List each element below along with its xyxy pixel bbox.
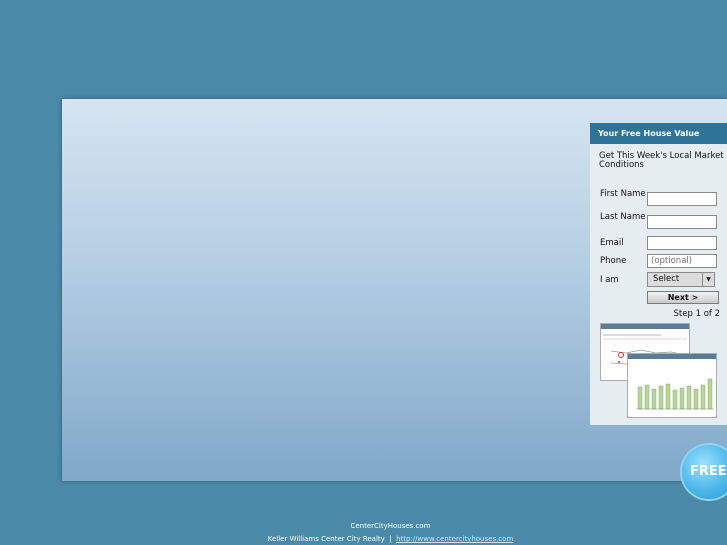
house-value-form: Your Free House Value Get This Week's Lo… [590, 123, 727, 425]
email-label: Email [600, 238, 624, 248]
last-name-input[interactable] [647, 215, 717, 229]
footer-company: Keller Williams Center City Realty [267, 535, 385, 543]
next-button[interactable]: Next > [647, 291, 719, 304]
footer-site-name: CenterCityHouses.com [350, 522, 431, 530]
iam-select[interactable]: Select ▼ [647, 272, 715, 287]
first-name-label: First Name [600, 189, 646, 199]
bar-chart-thumbnail [627, 353, 717, 418]
footer-separator: | [389, 535, 392, 543]
iam-label: I am [600, 275, 619, 285]
form-title: Your Free House Value [590, 123, 727, 144]
phone-label: Phone [600, 256, 627, 266]
iam-select-value: Select [653, 274, 680, 284]
footer-info: Keller Williams Center City Realty | htt… [0, 535, 727, 543]
phone-input[interactable] [647, 254, 717, 268]
step-indicator: Step 1 of 2 [673, 309, 720, 319]
chevron-down-icon: ▼ [702, 273, 714, 286]
free-badge[interactable]: FREE [682, 445, 727, 499]
last-name-label: Last Name [600, 212, 646, 222]
form-subtitle: Get This Week's Local Market Conditions [599, 151, 724, 170]
footer-link[interactable]: http://www.centercityhouses.com [396, 535, 513, 543]
bar-chart-icon [636, 378, 714, 410]
first-name-input[interactable] [647, 192, 717, 206]
email-input[interactable] [647, 236, 717, 250]
